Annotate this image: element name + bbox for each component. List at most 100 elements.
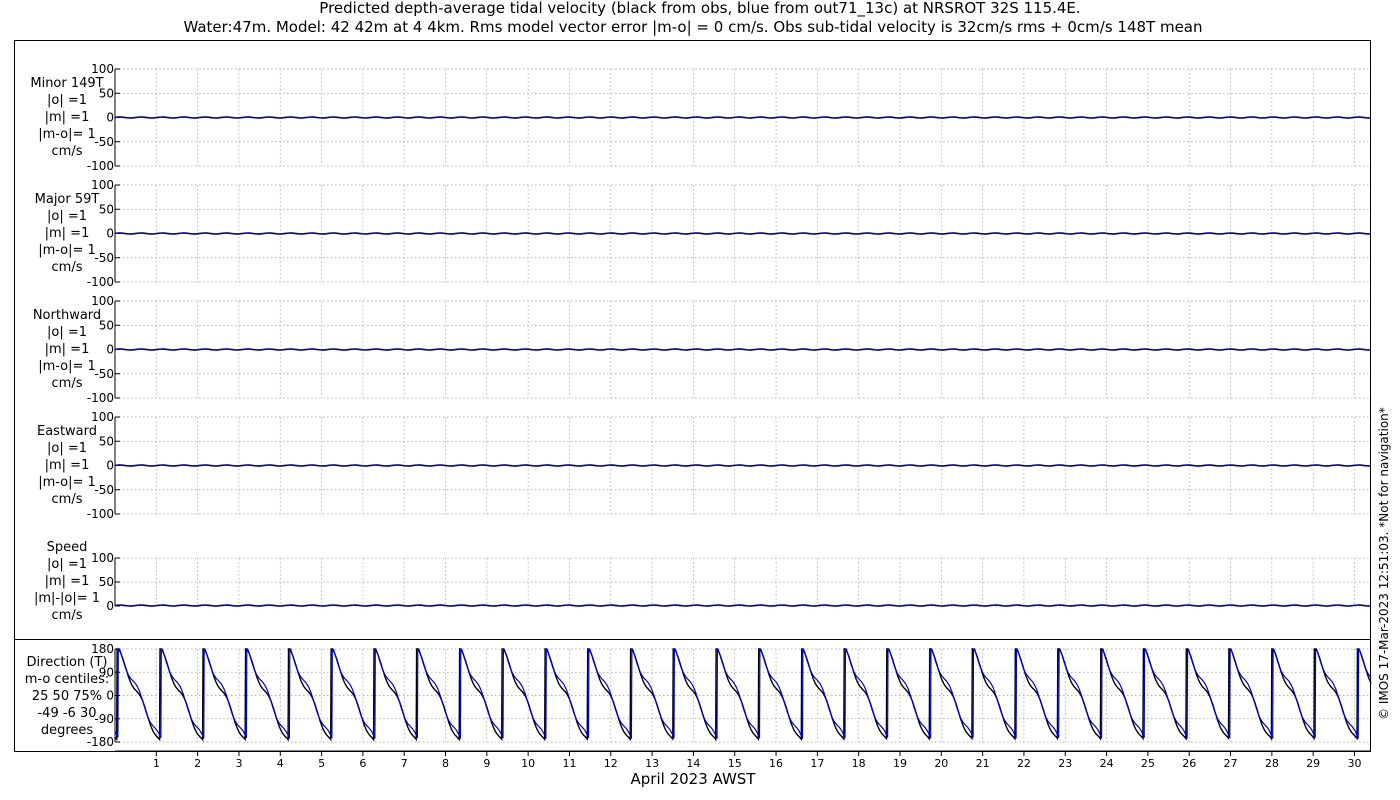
direction-ytick-label-180: 180 xyxy=(91,642,114,656)
x-tick-label-7: 7 xyxy=(401,757,408,770)
x-tick-label-16: 16 xyxy=(769,757,783,770)
panel-major: 100 50 0 -50 -100 Major 59T |o| =1 |m| =1 |m-o|=… xyxy=(35,178,1371,289)
title-line2: Water:47m. Model: 42 42m at 4 4km. Rms m… xyxy=(183,18,1202,36)
minor-ytick-label--50: -50 xyxy=(94,135,114,149)
major-ytick-label-0: 0 xyxy=(106,227,114,241)
x-tick-label-12: 12 xyxy=(604,757,618,770)
x-tick-label-6: 6 xyxy=(359,757,366,770)
x-tick-label-22: 22 xyxy=(1017,757,1031,770)
northward-ytick-label-0: 0 xyxy=(106,343,114,357)
eastward-label-line-4: cm/s xyxy=(52,492,83,507)
speed-ytick-label-0: 0 xyxy=(106,599,114,613)
direction-label-line-0: Direction (T) xyxy=(27,655,108,670)
direction-ytick-label-0: 0 xyxy=(106,689,114,703)
direction-series-obs xyxy=(114,648,1372,742)
title-line1: Predicted depth-average tidal velocity (… xyxy=(319,0,1080,18)
northward-label-line-3: |m-o|= 1 xyxy=(38,359,96,374)
eastward-ytick-label-0: 0 xyxy=(106,459,114,473)
eastward-label-line-2: |m| =1 xyxy=(45,458,90,473)
x-tick-label-25: 25 xyxy=(1141,757,1155,770)
x-tick-label-26: 26 xyxy=(1182,757,1196,770)
major-ytick-label--100: -100 xyxy=(87,275,114,289)
eastward-ytick-label--50: -50 xyxy=(94,483,114,497)
eastward-label-line-0: Eastward xyxy=(37,424,97,439)
direction-label-line-2: 25 50 75% xyxy=(32,689,102,704)
x-tick-label-14: 14 xyxy=(686,757,700,770)
eastward-ytick-label--100: -100 xyxy=(87,507,114,521)
speed-ytick-label-100: 100 xyxy=(91,551,114,565)
speed-label-line-0: Speed xyxy=(47,540,88,555)
speed-series-model xyxy=(115,604,1371,607)
speed-label-line-2: |m| =1 xyxy=(45,574,90,589)
x-tick-label-20: 20 xyxy=(934,757,948,770)
panels: 100500-50-100Minor 149T|o| =1|m| =1|m-o|… xyxy=(25,62,1372,770)
minor-label-line-0: Minor 149T xyxy=(30,76,103,91)
eastward-ytick-label-50: 50 xyxy=(99,434,114,448)
northward-ytick-label--100: -100 xyxy=(87,391,114,405)
northward-label-line-4: cm/s xyxy=(52,376,83,391)
speed-ytick-label-50: 50 xyxy=(99,575,114,589)
major-label-line-2: |m| =1 xyxy=(45,226,90,241)
x-tick-label-2: 2 xyxy=(194,757,201,770)
x-tick-label-29: 29 xyxy=(1306,757,1320,770)
x-tick-label-21: 21 xyxy=(976,757,990,770)
eastward-ytick-label-100: 100 xyxy=(91,410,114,424)
major-label-line-4: cm/s xyxy=(52,260,83,275)
x-tick-label-23: 23 xyxy=(1058,757,1072,770)
x-tick-label-10: 10 xyxy=(521,757,535,770)
northward-ytick-label-100: 100 xyxy=(91,294,114,308)
x-tick-label-24: 24 xyxy=(1100,757,1114,770)
minor-ytick-label--100: -100 xyxy=(87,159,114,173)
speed-label-line-1: |o| =1 xyxy=(47,557,87,572)
minor-label-line-1: |o| =1 xyxy=(47,93,87,108)
panel-northward: 100500-50-100Northward|o| =1|m| =1|m-o|=… xyxy=(33,294,1371,405)
panel-eastward: 100 50 0 -50 -100 Eastward |o| =1 |m| =1 |m-o|= … xyxy=(37,410,1371,521)
direction-label-line-1: m-o centiles: xyxy=(25,672,110,687)
copyright-note: © IMOS 17-Mar-2023 12:51:03. *Not for na… xyxy=(1377,407,1391,720)
x-tick-label-18: 18 xyxy=(852,757,866,770)
x-tick-label-11: 11 xyxy=(562,757,576,770)
speed-label-line-3: |m|-|o|= 1 xyxy=(34,591,100,606)
x-tick-label-5: 5 xyxy=(318,757,325,770)
x-tick-label-4: 4 xyxy=(277,757,284,770)
eastward-label-line-3: |m-o|= 1 xyxy=(38,475,96,490)
minor-label-line-2: |m| =1 xyxy=(45,110,90,125)
x-tick-label-13: 13 xyxy=(645,757,659,770)
x-tick-label-15: 15 xyxy=(728,757,742,770)
direction-series-model xyxy=(114,648,1372,740)
direction-label-line-3: -49 -6 30 xyxy=(37,706,96,721)
panel-speed: 100 50 0 Speed |o| =1 |m| =1 |m|-|o|= 1 cm/s xyxy=(34,540,1371,623)
eastward-label-line-1: |o| =1 xyxy=(47,441,87,456)
x-tick-label-1: 1 xyxy=(153,757,160,770)
northward-label-line-1: |o| =1 xyxy=(47,325,87,340)
x-tick-label-17: 17 xyxy=(810,757,824,770)
x-tick-label-30: 30 xyxy=(1347,757,1361,770)
x-tick-label-3: 3 xyxy=(235,757,242,770)
minor-ytick-label-0: 0 xyxy=(106,111,114,125)
x-tick-label-19: 19 xyxy=(893,757,907,770)
northward-ytick-label--50: -50 xyxy=(94,367,114,381)
figure: Predicted depth-average tidal velocity (… xyxy=(14,0,1391,788)
x-tick-label-28: 28 xyxy=(1265,757,1279,770)
panel-minor: 100500-50-100Minor 149T|o| =1|m| =1|m-o|… xyxy=(30,62,1371,173)
minor-label-line-3: |m-o|= 1 xyxy=(38,127,96,142)
figure-frame xyxy=(14,40,1371,752)
x-axis: 1 2 3 4 5 6 7 8 9 10 11 12 13 14 15 16 17 18 19 20 21 22 23 24 2… xyxy=(115,750,1371,770)
major-label-line-3: |m-o|= 1 xyxy=(38,243,96,258)
x-axis-label: April 2023 AWST xyxy=(631,770,757,788)
northward-label-line-0: Northward xyxy=(33,308,101,323)
minor-label-line-4: cm/s xyxy=(52,144,83,159)
direction-label-line-4: degrees xyxy=(41,723,94,738)
x-tick-label-9: 9 xyxy=(483,757,490,770)
x-tick-label-27: 27 xyxy=(1224,757,1238,770)
northward-label-line-2: |m| =1 xyxy=(45,342,90,357)
x-tick-label-8: 8 xyxy=(442,757,449,770)
panel-direction: 180900-90-180Direction (T)m-o centiles:2… xyxy=(25,642,1372,749)
major-ytick-label-50: 50 xyxy=(99,202,114,216)
major-ytick-label--50: -50 xyxy=(94,251,114,265)
speed-label-line-4: cm/s xyxy=(52,608,83,623)
direction-ytick-label--90: -90 xyxy=(94,712,114,726)
minor-ytick-label-100: 100 xyxy=(91,62,114,76)
major-label-line-1: |o| =1 xyxy=(47,209,87,224)
major-ytick-label-100: 100 xyxy=(91,178,114,192)
